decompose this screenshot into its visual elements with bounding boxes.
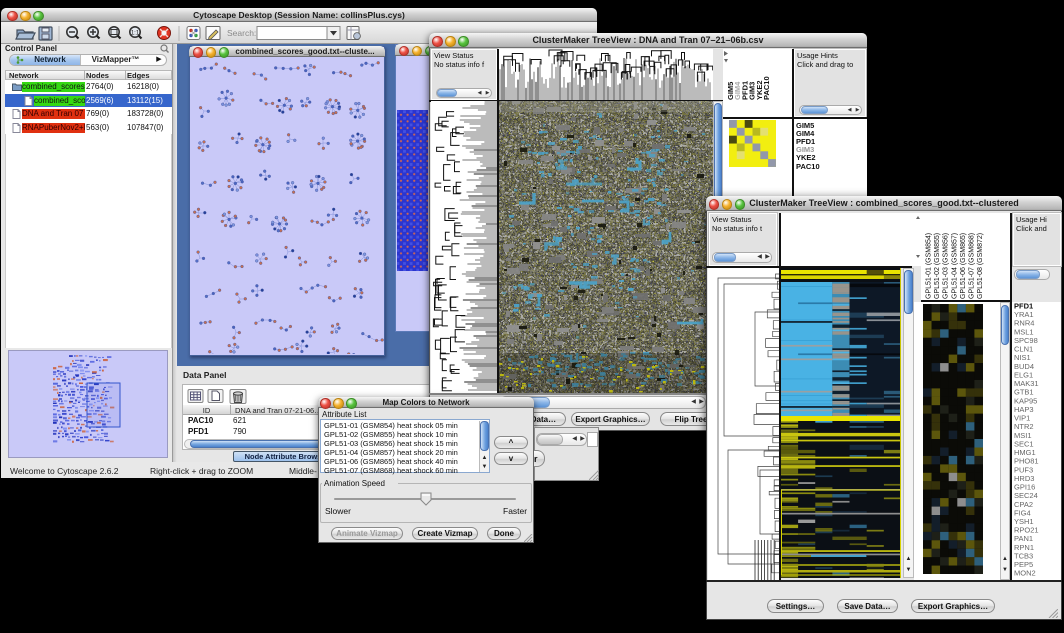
svg-text:GPL51-01 (GSM854): GPL51-01 (GSM854) <box>926 233 933 299</box>
svg-text:GPL51-04 (GSM857): GPL51-04 (GSM857) <box>951 233 958 299</box>
svg-text:HMG1: HMG1 <box>1014 448 1036 457</box>
svg-text:GPL51-08 (GSM872): GPL51-08 (GSM872) <box>977 233 984 299</box>
svg-text:PAC10: PAC10 <box>762 76 771 100</box>
svg-text:Search:: Search: <box>227 28 256 38</box>
svg-text:BUD4: BUD4 <box>1014 362 1034 371</box>
svg-text:1:1: 1:1 <box>131 31 140 37</box>
svg-text:GPL51-02 (GSM855): GPL51-02 (GSM855) <box>934 233 941 299</box>
svg-text:MON2: MON2 <box>1014 569 1036 578</box>
svg-text:GPL51-06 (GSM865): GPL51-06 (GSM865) <box>960 233 967 299</box>
svg-text:HAP3: HAP3 <box>1014 405 1034 414</box>
svg-text:PAN1: PAN1 <box>1014 534 1033 543</box>
svg-text:RNR4: RNR4 <box>1014 319 1034 328</box>
svg-text:SEC24: SEC24 <box>1014 491 1038 500</box>
svg-text:GPL51-07 (GSM868): GPL51-07 (GSM868) <box>969 233 976 299</box>
svg-text:GPL51-03 (GSM856): GPL51-03 (GSM856) <box>943 233 950 299</box>
